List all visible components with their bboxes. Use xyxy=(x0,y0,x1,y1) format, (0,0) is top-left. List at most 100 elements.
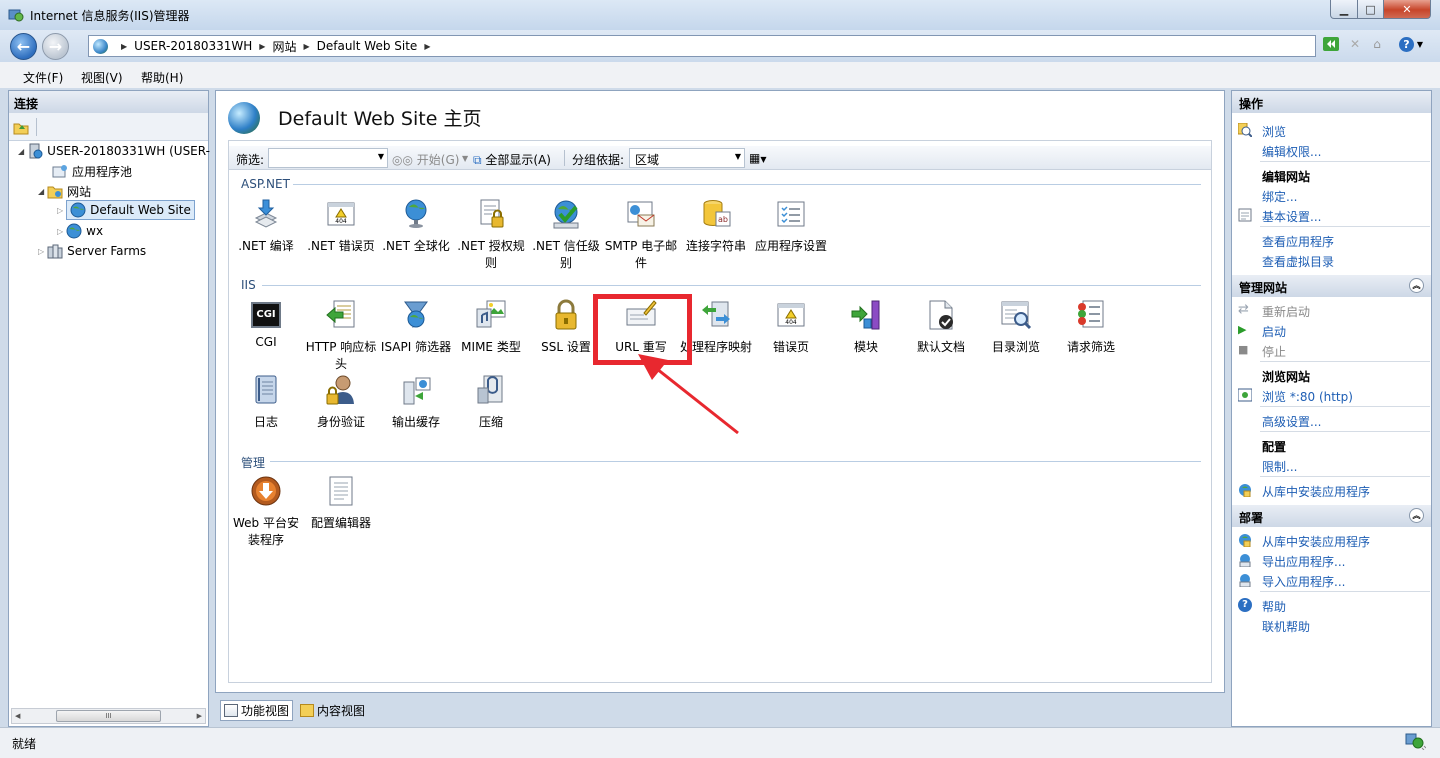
tree-sites-node[interactable]: ◢ 网站 xyxy=(38,182,91,200)
go-button[interactable]: ◎◎ 开始(G) xyxy=(392,151,459,168)
breadcrumb-server[interactable]: USER-20180331WH xyxy=(134,39,252,53)
action-edit-permissions[interactable]: 编辑权限... xyxy=(1262,143,1321,160)
tab-label: 功能视图 xyxy=(241,704,290,718)
feature-connection-strings[interactable]: ab 连接字符串 xyxy=(678,198,754,255)
go-dropdown-icon[interactable]: ▼ xyxy=(462,154,468,163)
tree-app-pools[interactable]: 应用程序池 xyxy=(52,162,132,180)
feature-net-error-pages[interactable]: 404 .NET 错误页 xyxy=(303,198,379,255)
chevron-down-icon[interactable]: ▼ xyxy=(735,152,741,161)
minimize-button[interactable]: ▁ xyxy=(1330,0,1358,19)
menu-view[interactable]: 视图(V) xyxy=(81,69,123,86)
back-button[interactable]: ← xyxy=(10,33,37,60)
forward-button[interactable]: → xyxy=(42,33,69,60)
action-bindings[interactable]: 绑定... xyxy=(1262,188,1297,205)
feature-logging[interactable]: 日志 xyxy=(228,374,304,431)
action-online-help[interactable]: 联机帮助 xyxy=(1262,618,1310,635)
tree-server-node[interactable]: ◢ USER-20180331WH (USER- xyxy=(18,142,210,160)
feature-label: ISAPI 筛选器 xyxy=(380,340,452,354)
scroll-right-icon[interactable]: ▶ xyxy=(197,712,202,720)
action-heading-browse-site: 浏览网站 xyxy=(1262,370,1311,384)
expander-icon[interactable]: ▷ xyxy=(38,247,44,256)
help-dropdown[interactable]: ? ▼ xyxy=(1396,35,1426,53)
feature-http-response-headers[interactable]: HTTP 响应标头 xyxy=(303,299,379,373)
breadcrumb-site[interactable]: Default Web Site xyxy=(317,39,418,53)
feature-isapi-filters[interactable]: ISAPI 筛选器 xyxy=(378,299,454,356)
home-icon[interactable]: ⌂ xyxy=(1368,35,1386,53)
feature-compression[interactable]: 压缩 xyxy=(453,374,529,431)
iis-app-icon xyxy=(8,9,24,22)
view-mode-button[interactable]: ▦▼ xyxy=(749,151,767,165)
feature-directory-browsing[interactable]: 目录浏览 xyxy=(978,299,1054,356)
tree-label-app-pools: 应用程序池 xyxy=(72,164,133,179)
stop-icon[interactable]: ✕ xyxy=(1346,35,1364,53)
scroll-left-icon[interactable]: ◀ xyxy=(15,712,20,720)
menu-file[interactable]: 文件(F) xyxy=(23,69,63,86)
feature-error-pages[interactable]: 404 错误页 xyxy=(753,299,829,356)
action-start[interactable]: 启动 xyxy=(1262,323,1286,340)
action-browse[interactable]: 浏览 xyxy=(1262,123,1286,140)
chevron-down-icon[interactable]: ▼ xyxy=(378,152,384,161)
action-basic-settings[interactable]: 基本设置... xyxy=(1262,208,1321,225)
filter-input[interactable]: ▼ xyxy=(268,148,388,168)
net-compilation-icon xyxy=(254,199,278,228)
tree-label-server: USER-20180331WH (USER- xyxy=(47,144,210,158)
tree-wx-site[interactable]: ▷ wx xyxy=(57,222,103,240)
show-all-button[interactable]: ⧉ 全部显示(A) xyxy=(473,151,551,168)
maximize-button[interactable]: □ xyxy=(1357,0,1384,19)
feature-mime-types[interactable]: MIME 类型 xyxy=(453,299,529,356)
action-help[interactable]: 帮助 xyxy=(1262,598,1286,615)
scroll-thumb[interactable]: III xyxy=(56,710,161,722)
gallery-install-icon xyxy=(1239,484,1251,497)
feature-request-filtering[interactable]: 请求筛选 xyxy=(1053,299,1129,356)
breadcrumb[interactable]: ▶ USER-20180331WH ▶ 网站 ▶ Default Web Sit… xyxy=(88,35,1316,57)
expander-icon[interactable]: ▷ xyxy=(57,206,63,215)
feature-net-compilation[interactable]: .NET 编译 xyxy=(228,198,304,255)
globe-icon xyxy=(66,223,82,239)
tab-features-view[interactable]: 功能视图 xyxy=(220,700,294,721)
expander-icon[interactable]: ▷ xyxy=(57,227,63,236)
feature-label: 输出缓存 xyxy=(391,415,440,429)
feature-net-globalization[interactable]: .NET 全球化 xyxy=(378,198,454,255)
group-by-select[interactable]: 区域 ▼ xyxy=(629,148,745,168)
tree-label-server-farms: Server Farms xyxy=(67,244,147,258)
collapse-icon[interactable]: ︽ xyxy=(1409,508,1424,523)
expander-icon[interactable]: ◢ xyxy=(18,147,24,156)
feature-config-editor[interactable]: 配置编辑器 xyxy=(303,475,379,532)
action-browse-port-80[interactable]: 浏览 *:80 (http) xyxy=(1262,388,1353,405)
action-import-application[interactable]: 导入应用程序... xyxy=(1262,573,1345,590)
action-advanced-settings[interactable]: 高级设置... xyxy=(1262,413,1321,430)
horizontal-scrollbar[interactable]: ◀ III ▶ xyxy=(11,708,206,724)
feature-app-settings[interactable]: 应用程序设置 xyxy=(753,198,829,255)
feature-net-authorization[interactable]: .NET 授权规则 xyxy=(453,198,529,272)
feature-default-document[interactable]: 默认文档 xyxy=(903,299,979,356)
feature-modules[interactable]: 模块 xyxy=(828,299,904,356)
action-view-virtual-directories[interactable]: 查看虚拟目录 xyxy=(1262,253,1334,270)
feature-cgi[interactable]: CGI CGI xyxy=(228,299,304,351)
expander-icon[interactable]: ◢ xyxy=(38,187,44,196)
refresh-icon[interactable] xyxy=(1322,35,1340,53)
action-restart[interactable]: 重新启动 xyxy=(1262,303,1310,320)
feature-label: 压缩 xyxy=(478,415,503,429)
menu-help[interactable]: 帮助(H) xyxy=(141,69,183,86)
feature-smtp-email[interactable]: SMTP 电子邮件 xyxy=(603,198,679,272)
feature-web-platform-installer[interactable]: Web 平台安装程序 xyxy=(228,475,304,549)
breadcrumb-sites[interactable]: 网站 xyxy=(272,38,296,55)
action-stop[interactable]: 停止 xyxy=(1262,343,1286,360)
tab-content-view[interactable]: 内容视图 xyxy=(297,700,368,721)
feature-net-trust-levels[interactable]: .NET 信任级别 xyxy=(528,198,604,272)
close-button[interactable]: ✕ xyxy=(1383,0,1431,19)
connect-icon[interactable] xyxy=(13,119,29,135)
action-install-from-gallery[interactable]: 从库中安装应用程序 xyxy=(1262,483,1370,500)
isapi-filters-icon xyxy=(404,301,428,328)
collapse-icon[interactable]: ︽ xyxy=(1409,278,1424,293)
action-limits[interactable]: 限制... xyxy=(1262,458,1297,475)
tree-server-farms[interactable]: ▷ Server Farms xyxy=(38,242,146,260)
action-deploy-install-from-gallery[interactable]: 从库中安装应用程序 xyxy=(1262,533,1370,550)
feature-authentication[interactable]: 身份验证 xyxy=(303,374,379,431)
action-view-applications[interactable]: 查看应用程序 xyxy=(1262,233,1334,250)
menu-bar: 文件(F) 视图(V) 帮助(H) xyxy=(0,62,1440,88)
feature-output-caching[interactable]: 输出缓存 xyxy=(378,374,454,431)
tree-default-site[interactable]: ▷ Default Web Site xyxy=(57,200,195,220)
action-export-application[interactable]: 导出应用程序... xyxy=(1262,553,1345,570)
section-divider xyxy=(270,461,1201,462)
